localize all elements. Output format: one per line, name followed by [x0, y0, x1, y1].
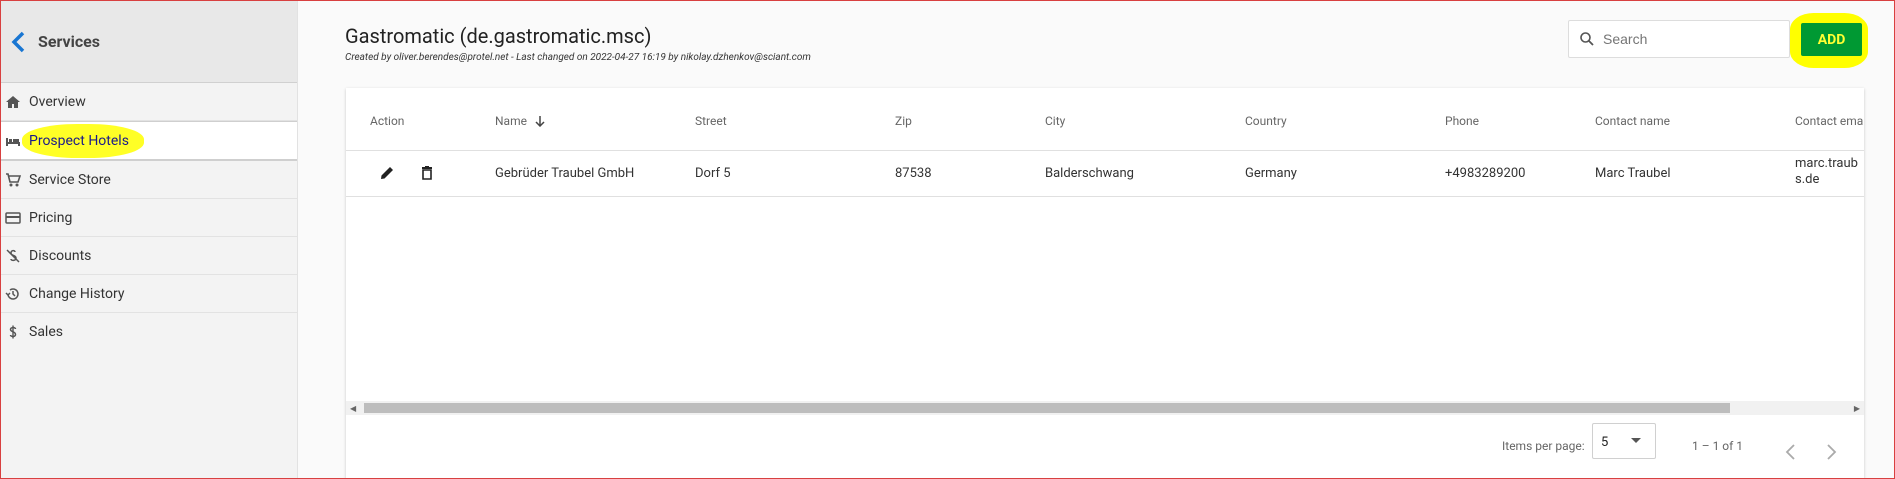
sidebar-header: Services	[1, 1, 297, 83]
cell-contact-email-line: marc.traub	[1795, 156, 1858, 171]
sidebar-title: Services	[38, 32, 101, 51]
sidebar-item-label: Overview	[29, 93, 86, 110]
chevron-left-icon[interactable]	[1784, 443, 1798, 461]
cell-phone: +4983289200	[1445, 166, 1526, 181]
column-header-label: Name	[495, 114, 527, 128]
cell-street: Dorf 5	[695, 166, 731, 181]
page-subtitle: Created by oliver.berendes@protel.net - …	[345, 52, 811, 63]
discount-icon	[6, 248, 20, 263]
cell-zip: 87538	[895, 166, 932, 181]
cell-city: Balderschwang	[1045, 166, 1134, 181]
sidebar-item-label: Sales	[29, 323, 63, 340]
scrollbar-thumb[interactable]	[364, 403, 1730, 413]
sidebar-item-change-history[interactable]: Change History	[1, 275, 297, 313]
sidebar-item-sales[interactable]: Sales	[1, 313, 297, 350]
sidebar-item-label: Pricing	[29, 209, 73, 226]
table-header-row: Action Name Street Zip City Country Phon…	[346, 88, 1864, 151]
search-icon	[1580, 32, 1594, 46]
page-range: 1 – 1 of 1	[1692, 439, 1744, 453]
column-header-zip[interactable]: Zip	[895, 114, 912, 128]
table-card: Action Name Street Zip City Country Phon…	[346, 88, 1864, 479]
page-title: Gastromatic (de.gastromatic.msc)	[345, 24, 652, 48]
cart-icon	[6, 172, 21, 186]
sidebar-item-overview[interactable]: Overview	[1, 83, 297, 121]
sidebar-item-pricing[interactable]: Pricing	[1, 199, 297, 237]
sidebar-item-label: Service Store	[29, 171, 111, 188]
sidebar: Services Overview Prospect Hotels Servic…	[1, 1, 298, 478]
delete-icon	[422, 166, 432, 180]
sidebar-item-service-store[interactable]: Service Store	[1, 161, 297, 199]
edit-icon	[381, 167, 393, 179]
dollar-icon	[9, 325, 17, 338]
search-input[interactable]	[1601, 30, 1775, 48]
sidebar-item-label: Change History	[29, 285, 125, 302]
column-header-country[interactable]: Country	[1245, 114, 1287, 128]
edit-button[interactable]	[370, 156, 404, 190]
scroll-left-arrow-icon[interactable]: ◀	[350, 404, 356, 413]
cell-name: Gebrüder Traubel GmbH	[495, 166, 635, 181]
items-per-page-value: 5	[1601, 435, 1609, 450]
sidebar-item-label: Prospect Hotels	[29, 132, 129, 149]
home-icon	[6, 95, 20, 108]
scroll-right-arrow-icon[interactable]: ▶	[1854, 404, 1860, 413]
chevron-left-icon[interactable]	[9, 30, 29, 54]
search-box[interactable]	[1568, 20, 1790, 58]
column-header-name[interactable]: Name	[495, 114, 546, 128]
column-header-phone[interactable]: Phone	[1445, 114, 1479, 128]
cell-contact-email: marc.traub s.de	[1795, 156, 1858, 188]
table-row: Gebrüder Traubel GmbH Dorf 5 87538 Balde…	[346, 150, 1864, 197]
cell-contact-email-line: s.de	[1795, 172, 1820, 187]
sidebar-item-discounts[interactable]: Discounts	[1, 237, 297, 275]
credit-card-icon	[5, 211, 21, 224]
column-header-contact-email[interactable]: Contact ema	[1795, 114, 1863, 128]
column-header-street[interactable]: Street	[695, 114, 727, 128]
horizontal-scrollbar[interactable]: ◀ ▶	[346, 401, 1864, 415]
dropdown-icon	[1631, 438, 1641, 443]
items-per-page-select[interactable]: 5	[1592, 423, 1656, 459]
sidebar-item-prospect-hotels[interactable]: Prospect Hotels	[1, 121, 297, 161]
cell-contact-name: Marc Traubel	[1595, 166, 1671, 181]
paginator: Items per page: 5 1 – 1 of 1	[346, 423, 1864, 473]
delete-button[interactable]	[410, 156, 444, 190]
column-header-contact-name[interactable]: Contact name	[1595, 114, 1670, 128]
chevron-right-icon[interactable]	[1824, 443, 1838, 461]
history-icon	[5, 287, 19, 300]
sort-down-icon	[535, 116, 545, 128]
cell-country: Germany	[1245, 166, 1297, 181]
bed-icon	[6, 137, 20, 146]
column-header-action: Action	[370, 114, 405, 128]
add-button[interactable]: ADD	[1801, 23, 1862, 56]
sidebar-item-label: Discounts	[29, 247, 92, 264]
items-per-page-label: Items per page:	[1502, 439, 1585, 453]
column-header-city[interactable]: City	[1045, 114, 1065, 128]
